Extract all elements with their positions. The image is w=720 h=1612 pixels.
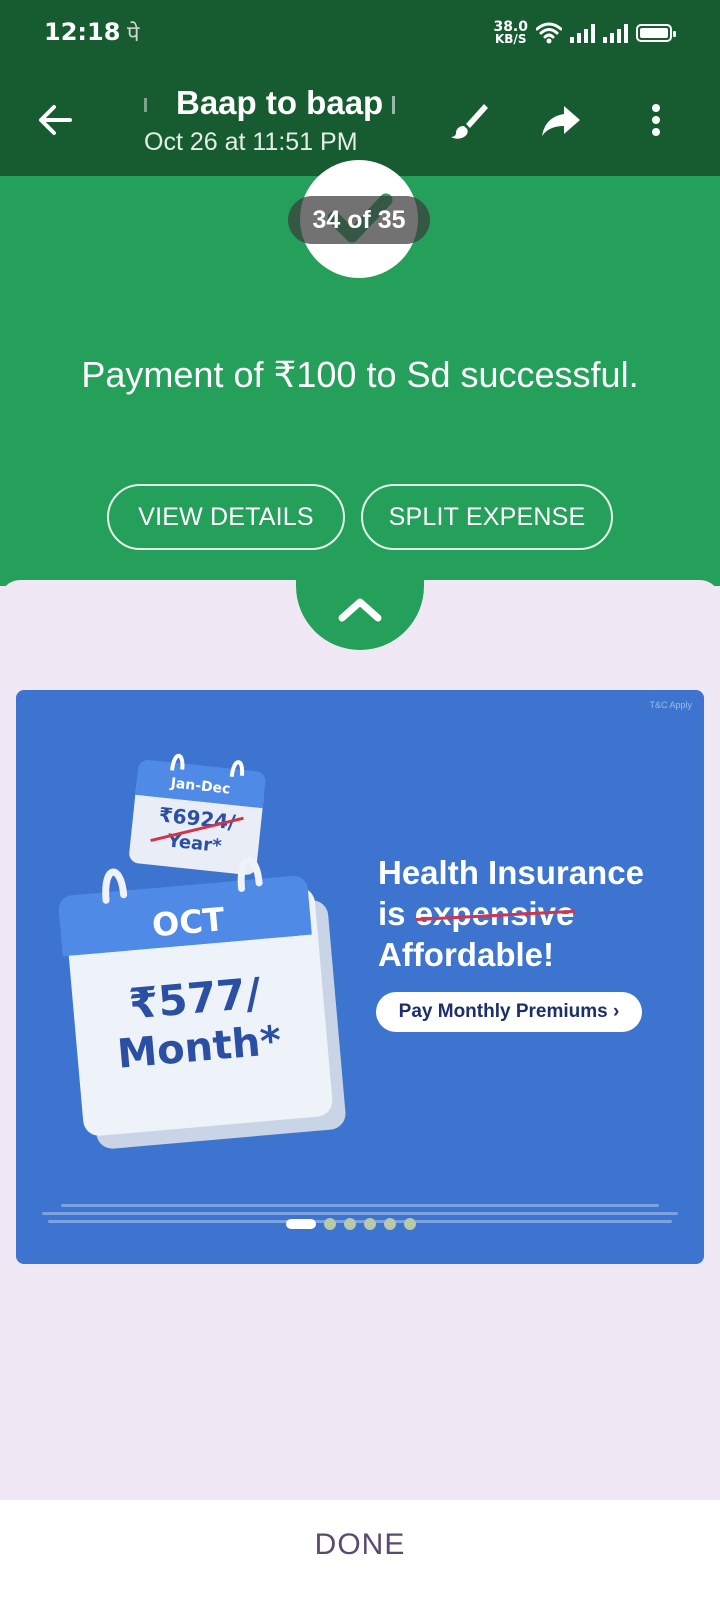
terms-note: T&C Apply bbox=[649, 700, 692, 710]
signal-icon bbox=[570, 23, 595, 43]
edit-button[interactable] bbox=[444, 96, 492, 144]
banner-headline: Health Insurance is expensive Affordable… bbox=[378, 852, 644, 975]
status-icons: 38.0 KB/S bbox=[493, 18, 676, 48]
done-button[interactable]: DONE bbox=[0, 1528, 720, 1562]
health-insurance-banner[interactable]: T&C Apply Jan-Dec ₹6924/ Year* OCT ₹577/… bbox=[16, 690, 704, 1264]
chevron-up-icon bbox=[338, 598, 382, 622]
headline-line2: is expensive bbox=[378, 895, 575, 932]
carousel-indicator bbox=[286, 1218, 416, 1230]
headline-line3: Affordable! bbox=[378, 936, 554, 973]
offers-panel: T&C Apply Jan-Dec ₹6924/ Year* OCT ₹577/… bbox=[0, 576, 720, 1500]
split-expense-button[interactable]: SPLIT EXPENSE bbox=[361, 484, 613, 550]
bottom-bar: DONE bbox=[0, 1500, 720, 1612]
page-subtitle: Oct 26 at 11:51 PM bbox=[144, 128, 358, 156]
title-marker bbox=[392, 96, 395, 114]
carousel-dot bbox=[404, 1218, 416, 1230]
expand-toggle[interactable] bbox=[296, 576, 424, 650]
carousel-dot-active bbox=[286, 1219, 316, 1229]
page-title: Baap to baap bbox=[176, 84, 384, 121]
headline-line1: Health Insurance bbox=[378, 854, 644, 891]
battery-icon bbox=[636, 24, 676, 42]
signal-icon bbox=[603, 23, 628, 43]
view-details-button[interactable]: VIEW DETAILS bbox=[107, 484, 345, 550]
carousel-dot bbox=[324, 1218, 336, 1230]
status-bar: 12:18 पे 38.0 KB/S bbox=[0, 0, 720, 66]
struck-text: expensive bbox=[414, 895, 575, 932]
carousel-dot bbox=[384, 1218, 396, 1230]
notification-icon: पे bbox=[127, 22, 140, 47]
payment-success-panel: 34 of 35 Payment of ₹100 to Sd successfu… bbox=[0, 160, 720, 586]
brush-icon bbox=[451, 104, 488, 139]
carousel-dot bbox=[364, 1218, 376, 1230]
big-calendar-illustration: OCT ₹577/ Month* bbox=[58, 856, 346, 1149]
back-button[interactable] bbox=[32, 96, 80, 144]
title-marker bbox=[144, 98, 147, 112]
page-counter: 34 of 35 bbox=[288, 196, 430, 244]
more-vert-icon bbox=[652, 104, 660, 136]
payment-message: Payment of ₹100 to Sd successful. bbox=[81, 354, 639, 395]
share-icon bbox=[542, 106, 580, 136]
pay-monthly-premiums-button[interactable]: Pay Monthly Premiums › bbox=[376, 992, 642, 1032]
status-time: 12:18 bbox=[44, 18, 121, 46]
big-calendar-header: OCT bbox=[151, 900, 227, 944]
carousel-dot bbox=[344, 1218, 356, 1230]
share-button[interactable] bbox=[536, 96, 584, 144]
network-speed: 38.0 KB/S bbox=[493, 19, 528, 46]
more-options-button[interactable] bbox=[648, 96, 678, 144]
wifi-icon bbox=[536, 22, 562, 44]
back-arrow-icon bbox=[39, 105, 72, 135]
